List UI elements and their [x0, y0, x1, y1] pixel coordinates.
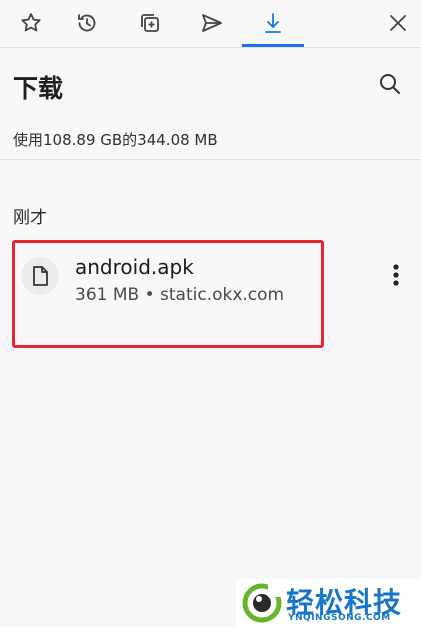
- storage-usage-text: 使用108.89 GB的344.08 MB: [13, 131, 218, 149]
- watermark-logo-icon: [242, 583, 282, 623]
- watermark: 轻松科技 YNQINGSONG.COM: [236, 579, 421, 627]
- watermark-subtext: YNQINGSONG.COM: [288, 613, 391, 623]
- file-icon-container: [21, 257, 59, 295]
- more-options-button[interactable]: [383, 259, 409, 291]
- search-button[interactable]: [375, 69, 405, 99]
- downloads-tab[interactable]: [242, 0, 304, 47]
- page-title: 下载: [13, 74, 64, 103]
- downloads-header: 下载 使用108.89 GB的344.08 MB: [0, 47, 421, 160]
- more-vert-icon: [393, 264, 399, 286]
- add-tab-icon: [141, 14, 159, 32]
- bookmarks-tab[interactable]: [0, 0, 62, 46]
- file-icon: [33, 266, 48, 286]
- share-tab[interactable]: [181, 0, 243, 46]
- send-icon: [202, 14, 222, 32]
- tabs-tab[interactable]: [119, 0, 181, 46]
- toolbar: [0, 0, 421, 48]
- download-item[interactable]: android.apk 361 MB • static.okx.com: [12, 240, 324, 348]
- history-icon: [78, 14, 96, 32]
- search-icon: [380, 74, 400, 94]
- close-button[interactable]: [367, 0, 421, 46]
- section-label-just-now: 刚才: [13, 208, 47, 228]
- close-icon: [390, 15, 406, 31]
- file-meta: 361 MB • static.okx.com: [75, 285, 285, 305]
- star-icon: [21, 13, 41, 32]
- download-icon: [265, 13, 281, 33]
- history-tab[interactable]: [56, 0, 118, 46]
- file-name: android.apk: [75, 255, 194, 279]
